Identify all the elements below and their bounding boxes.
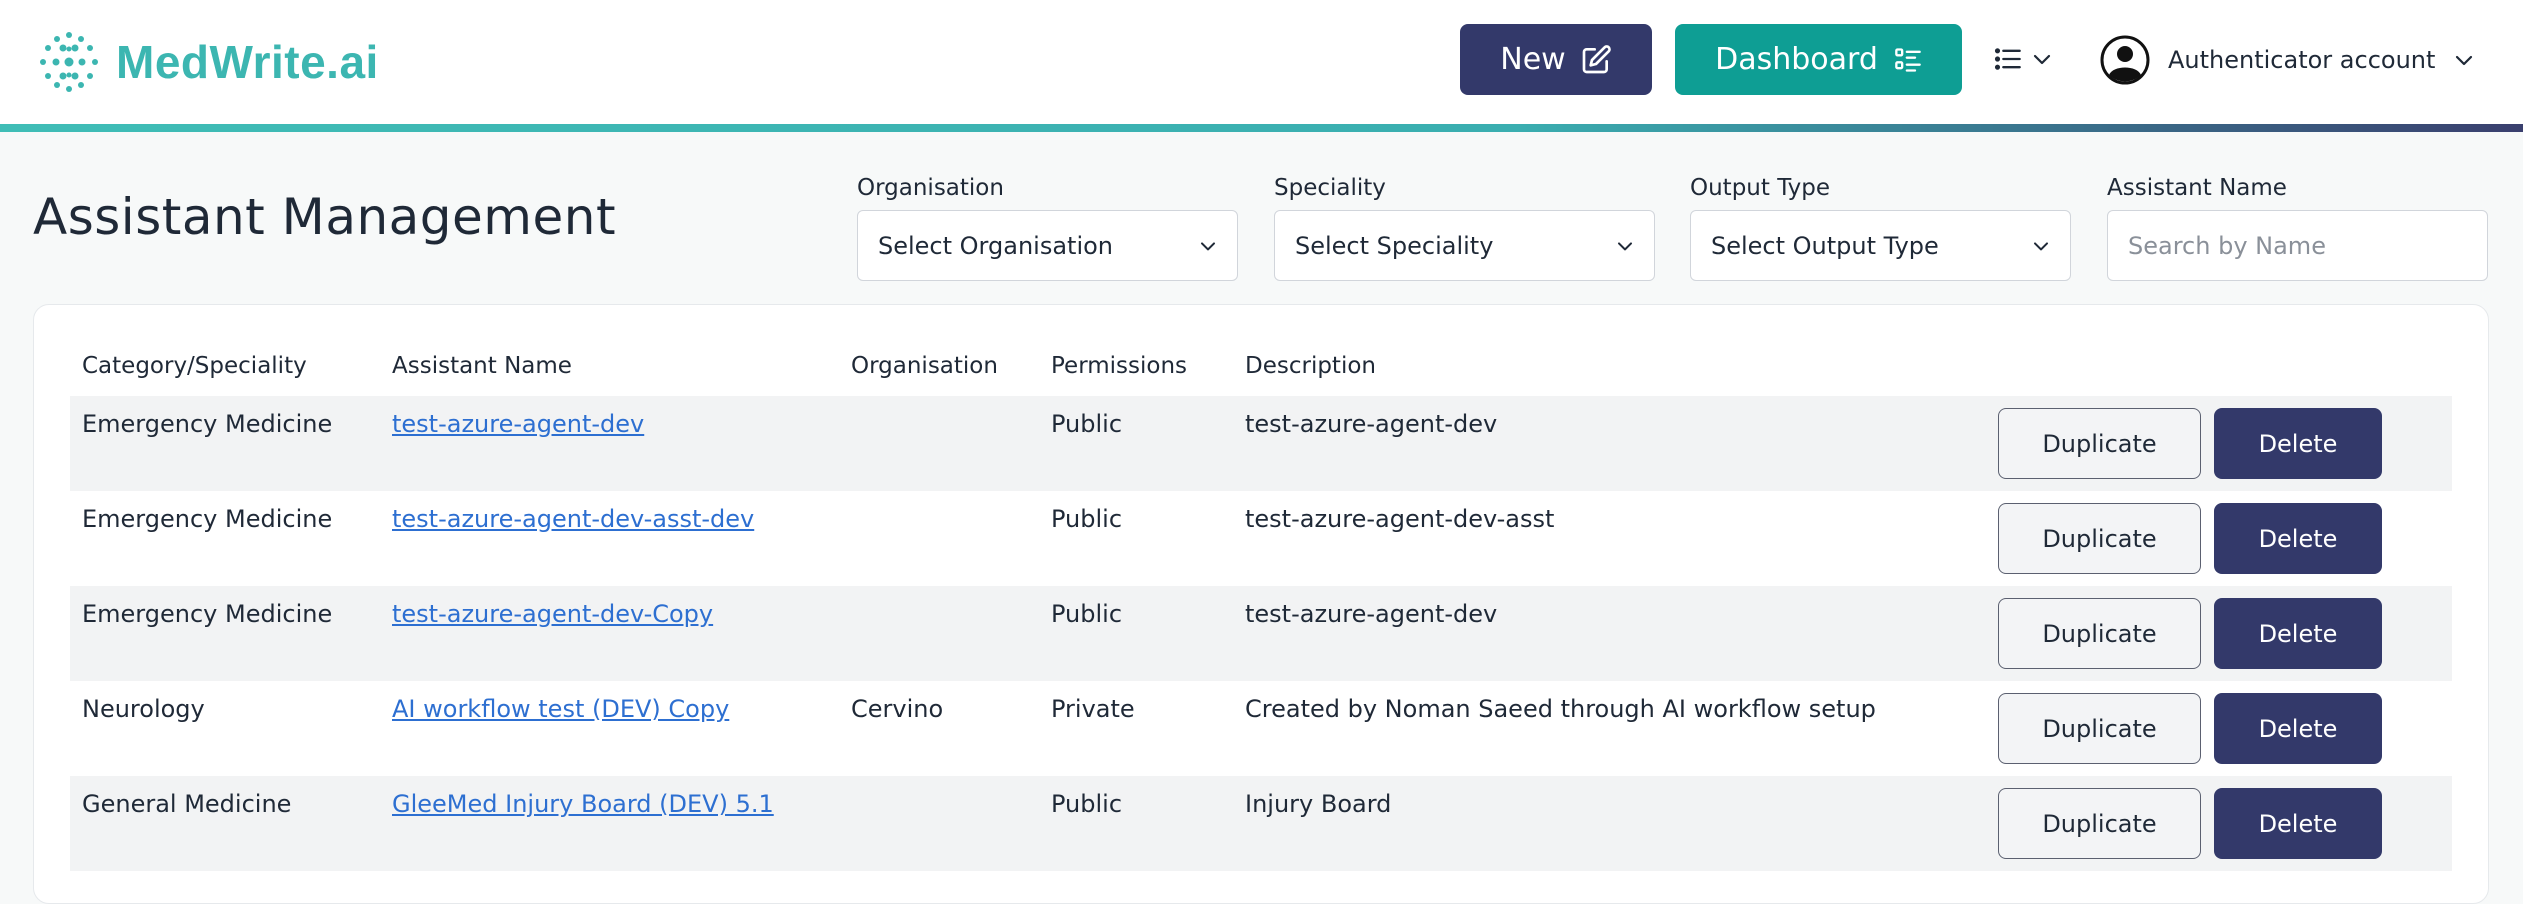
chevron-down-icon [1617,241,1633,250]
delete-button[interactable]: Delete [2214,788,2382,859]
organisation-filter: Organisation Select Organisation [857,170,1238,281]
row-permissions: Public [1051,600,1123,628]
assistant-name-filter-label: Assistant Name [2107,175,2287,201]
header-accent-line [0,124,2523,132]
row-description: Injury Board [1245,790,1392,818]
table-row: Emergency Medicine test-azure-agent-dev-… [70,491,2452,586]
row-description: test-azure-agent-dev [1245,600,1498,628]
brand[interactable]: MedWrite.ai [36,26,379,98]
logo-dots-icon [40,32,98,92]
speciality-filter: Speciality Select Speciality [1274,170,1655,281]
assistant-name-filter: Assistant Name [2107,170,2488,281]
delete-button[interactable]: Delete [2214,693,2382,764]
organisation-select-value: Select Organisation [878,231,1114,260]
menu-list-icon [1994,48,2021,70]
row-category: Emergency Medicine [82,505,333,533]
delete-button[interactable]: Delete [2214,408,2382,479]
row-organisation: Cervino [851,695,944,723]
assistant-name-link[interactable]: test-azure-agent-dev [392,410,644,438]
column-header-assistant-name: Assistant Name [392,353,572,379]
top-navigation-bar: MedWrite.ai New Dashboard Authenticator … [0,0,2523,126]
dashboard-list-icon [1895,47,1921,72]
speciality-select[interactable]: Select Speciality [1274,210,1655,281]
row-permissions: Public [1051,505,1123,533]
row-description: test-azure-agent-dev-asst [1245,505,1555,533]
column-header-permissions: Permissions [1051,353,1188,379]
column-header-description: Description [1245,353,1376,379]
page-title: Assistant Management [33,188,617,246]
brand-name: MedWrite.ai [116,36,379,88]
row-category: Emergency Medicine [82,600,333,628]
row-permissions: Private [1051,695,1135,723]
speciality-filter-label: Speciality [1274,175,1386,201]
table-row: Neurology AI workflow test (DEV) Copy Ce… [70,681,2452,776]
chevron-down-icon [2456,55,2473,66]
row-category: General Medicine [82,790,292,818]
table-row: Emergency Medicine test-azure-agent-dev-… [70,586,2452,681]
output-type-select-value: Select Output Type [1711,231,1939,260]
assistant-name-link[interactable]: GleeMed Injury Board (DEV) 5.1 [392,790,774,818]
row-description: Created by Noman Saeed through AI workfl… [1245,695,1876,723]
duplicate-button[interactable]: Duplicate [1998,693,2201,764]
user-circle-icon [2100,35,2150,85]
chevron-down-icon [1200,241,1216,250]
duplicate-button[interactable]: Duplicate [1998,788,2201,859]
duplicate-button[interactable]: Duplicate [1998,408,2201,479]
menu-toggle[interactable] [1994,40,2052,78]
column-header-organisation: Organisation [851,353,998,379]
output-type-select[interactable]: Select Output Type [1690,210,2071,281]
delete-button[interactable]: Delete [2214,503,2382,574]
speciality-select-value: Select Speciality [1295,231,1494,260]
edit-icon [1582,44,1611,73]
assistant-name-search-input[interactable] [2128,231,2467,260]
assistant-name-link[interactable]: test-azure-agent-dev-asst-dev [392,505,754,533]
row-permissions: Public [1051,410,1123,438]
dashboard-button[interactable]: Dashboard [1675,24,1962,95]
organisation-filter-label: Organisation [857,175,1004,201]
organisation-select[interactable]: Select Organisation [857,210,1238,281]
assistants-table-card: Category/Speciality Assistant Name Organ… [33,304,2489,904]
table-header: Category/Speciality Assistant Name Organ… [70,353,2450,393]
delete-button[interactable]: Delete [2214,598,2382,669]
row-permissions: Public [1051,790,1123,818]
output-type-filter-label: Output Type [1690,175,1831,201]
output-type-filter: Output Type Select Output Type [1690,170,2071,281]
chevron-down-icon [2033,54,2051,65]
account-label: Authenticator account [2168,46,2436,74]
assistant-name-link[interactable]: test-azure-agent-dev-Copy [392,600,713,628]
duplicate-button[interactable]: Duplicate [1998,503,2201,574]
new-button-label: New [1500,42,1566,77]
table-row: General Medicine GleeMed Injury Board (D… [70,776,2452,871]
chevron-down-icon [2033,241,2049,250]
column-header-category: Category/Speciality [82,353,307,379]
duplicate-button[interactable]: Duplicate [1998,598,2201,669]
dashboard-button-label: Dashboard [1715,42,1878,77]
assistant-name-link[interactable]: AI workflow test (DEV) Copy [392,695,729,723]
row-description: test-azure-agent-dev [1245,410,1498,438]
new-button[interactable]: New [1460,24,1652,95]
table-row: Emergency Medicine test-azure-agent-dev … [70,396,2452,491]
row-category: Neurology [82,695,205,723]
assistant-name-search-box [2107,210,2488,281]
row-category: Emergency Medicine [82,410,333,438]
account-menu[interactable]: Authenticator account [2100,34,2475,86]
